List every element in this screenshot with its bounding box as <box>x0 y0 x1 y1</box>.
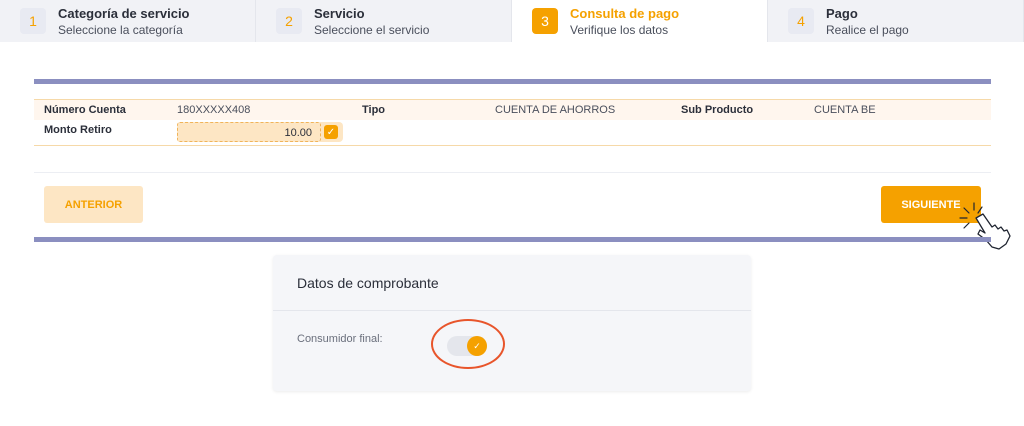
step-title: Consulta de pago <box>570 6 680 21</box>
consumidor-final-toggle[interactable]: ✓ <box>447 336 487 356</box>
sub-producto-label: Sub Producto <box>681 104 754 116</box>
step-number: 2 <box>276 8 302 34</box>
step-subtitle: Verifique los datos <box>570 23 669 37</box>
card-title: Datos de comprobante <box>297 275 439 291</box>
account-info-table: Número Cuenta 180XXXXX408 Tipo CUENTA DE… <box>34 99 991 146</box>
step-title: Pago <box>826 6 858 21</box>
hand-pointer-icon <box>959 202 1011 250</box>
step-number: 3 <box>532 8 558 34</box>
wizard-stepper: 1 Categoría de servicio Seleccione la ca… <box>0 0 1024 42</box>
step-number: 4 <box>788 8 814 34</box>
card-separator <box>273 310 751 311</box>
step-subtitle: Seleccione la categoría <box>58 23 183 37</box>
step-subtitle: Realice el pago <box>826 23 909 37</box>
step-consulta-pago[interactable]: 3 Consulta de pago Verifique los datos <box>512 0 768 42</box>
consumidor-final-label: Consumidor final: <box>297 333 383 345</box>
tipo-value: CUENTA DE AHORROS <box>495 104 616 116</box>
numero-cuenta-value: 180XXXXX408 <box>177 104 251 116</box>
sub-producto-value: CUENTA BE <box>814 104 876 116</box>
table-row: Número Cuenta 180XXXXX408 Tipo CUENTA DE… <box>34 100 991 120</box>
step-servicio[interactable]: 2 Servicio Seleccione el servicio <box>256 0 512 42</box>
divider <box>34 172 991 173</box>
step-subtitle: Seleccione el servicio <box>314 23 430 37</box>
step-pago[interactable]: 4 Pago Realice el pago <box>768 0 1024 42</box>
step-categoria[interactable]: 1 Categoría de servicio Seleccione la ca… <box>0 0 256 42</box>
section-rule-bottom <box>34 237 991 242</box>
comprobante-card: Datos de comprobante Consumidor final: ✓ <box>273 255 751 391</box>
monto-retiro-input[interactable]: 10.00 <box>177 122 321 142</box>
step-title: Categoría de servicio <box>58 6 190 21</box>
numero-cuenta-label: Número Cuenta <box>44 104 126 116</box>
step-title: Servicio <box>314 6 365 21</box>
step-number: 1 <box>20 8 46 34</box>
check-icon[interactable]: ✓ <box>324 125 338 139</box>
section-rule-top <box>34 79 991 84</box>
check-icon: ✓ <box>467 336 487 356</box>
monto-retiro-label: Monto Retiro <box>44 124 112 136</box>
tipo-label: Tipo <box>362 104 386 116</box>
anterior-button[interactable]: ANTERIOR <box>44 186 143 223</box>
